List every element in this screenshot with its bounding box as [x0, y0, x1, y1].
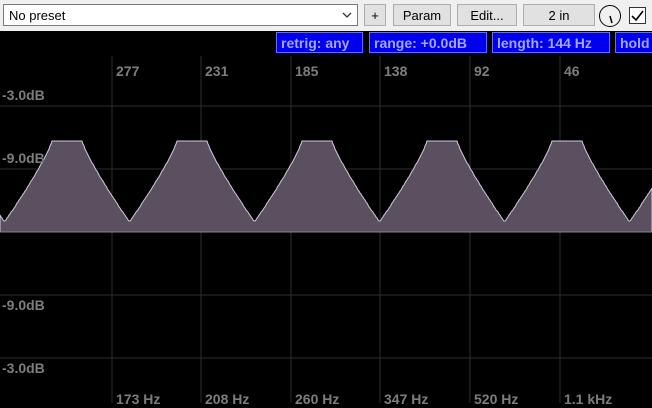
db-label: -9.0dB	[2, 297, 45, 313]
preset-value: No preset	[9, 7, 66, 23]
hold-status[interactable]: hold	[615, 32, 652, 53]
top-tick-label: 231	[205, 63, 229, 79]
length-status[interactable]: length: 144 Hz	[492, 32, 610, 53]
preset-select[interactable]: No preset	[3, 4, 358, 26]
io-button[interactable]: 2 in	[523, 4, 595, 26]
bottom-tick-label: 1.1 kHz	[564, 391, 613, 407]
edit-button[interactable]: Edit...	[457, 4, 517, 26]
chevron-down-icon	[342, 12, 352, 18]
bottom-tick-label: 520 Hz	[474, 391, 519, 407]
envelope-graph[interactable]: 277 231 185 138 92 46 -3.0dB -9.0dB -9.0…	[0, 56, 652, 407]
top-tick-label: 92	[474, 63, 490, 79]
range-status[interactable]: range: +0.0dB	[369, 32, 487, 53]
bottom-tick-label: 260 Hz	[295, 391, 340, 407]
bottom-tick-label: 347 Hz	[384, 391, 429, 407]
bottom-tick-label: 208 Hz	[205, 391, 250, 407]
top-tick-label: 138	[384, 63, 408, 79]
db-label: -9.0dB	[2, 150, 45, 166]
param-button[interactable]: Param	[393, 4, 451, 26]
retrig-status[interactable]: retrig: any	[276, 32, 363, 53]
top-tick-label: 185	[295, 63, 319, 79]
db-label: -3.0dB	[2, 360, 45, 376]
bottom-tick-label: 173 Hz	[116, 391, 161, 407]
top-tick-label: 277	[116, 63, 140, 79]
bypass-checkbox[interactable]	[629, 7, 646, 24]
graph-svg	[0, 56, 652, 403]
top-tick-label: 46	[564, 63, 580, 79]
db-label: -3.0dB	[2, 87, 45, 103]
toolbar: No preset + Param Edit... 2 in	[0, 0, 652, 31]
add-preset-button[interactable]: +	[364, 4, 386, 26]
knob-indicator-icon	[609, 15, 613, 24]
checkmark-icon	[631, 10, 644, 22]
waveform-shape	[0, 140, 652, 233]
wet-knob[interactable]	[599, 5, 621, 27]
